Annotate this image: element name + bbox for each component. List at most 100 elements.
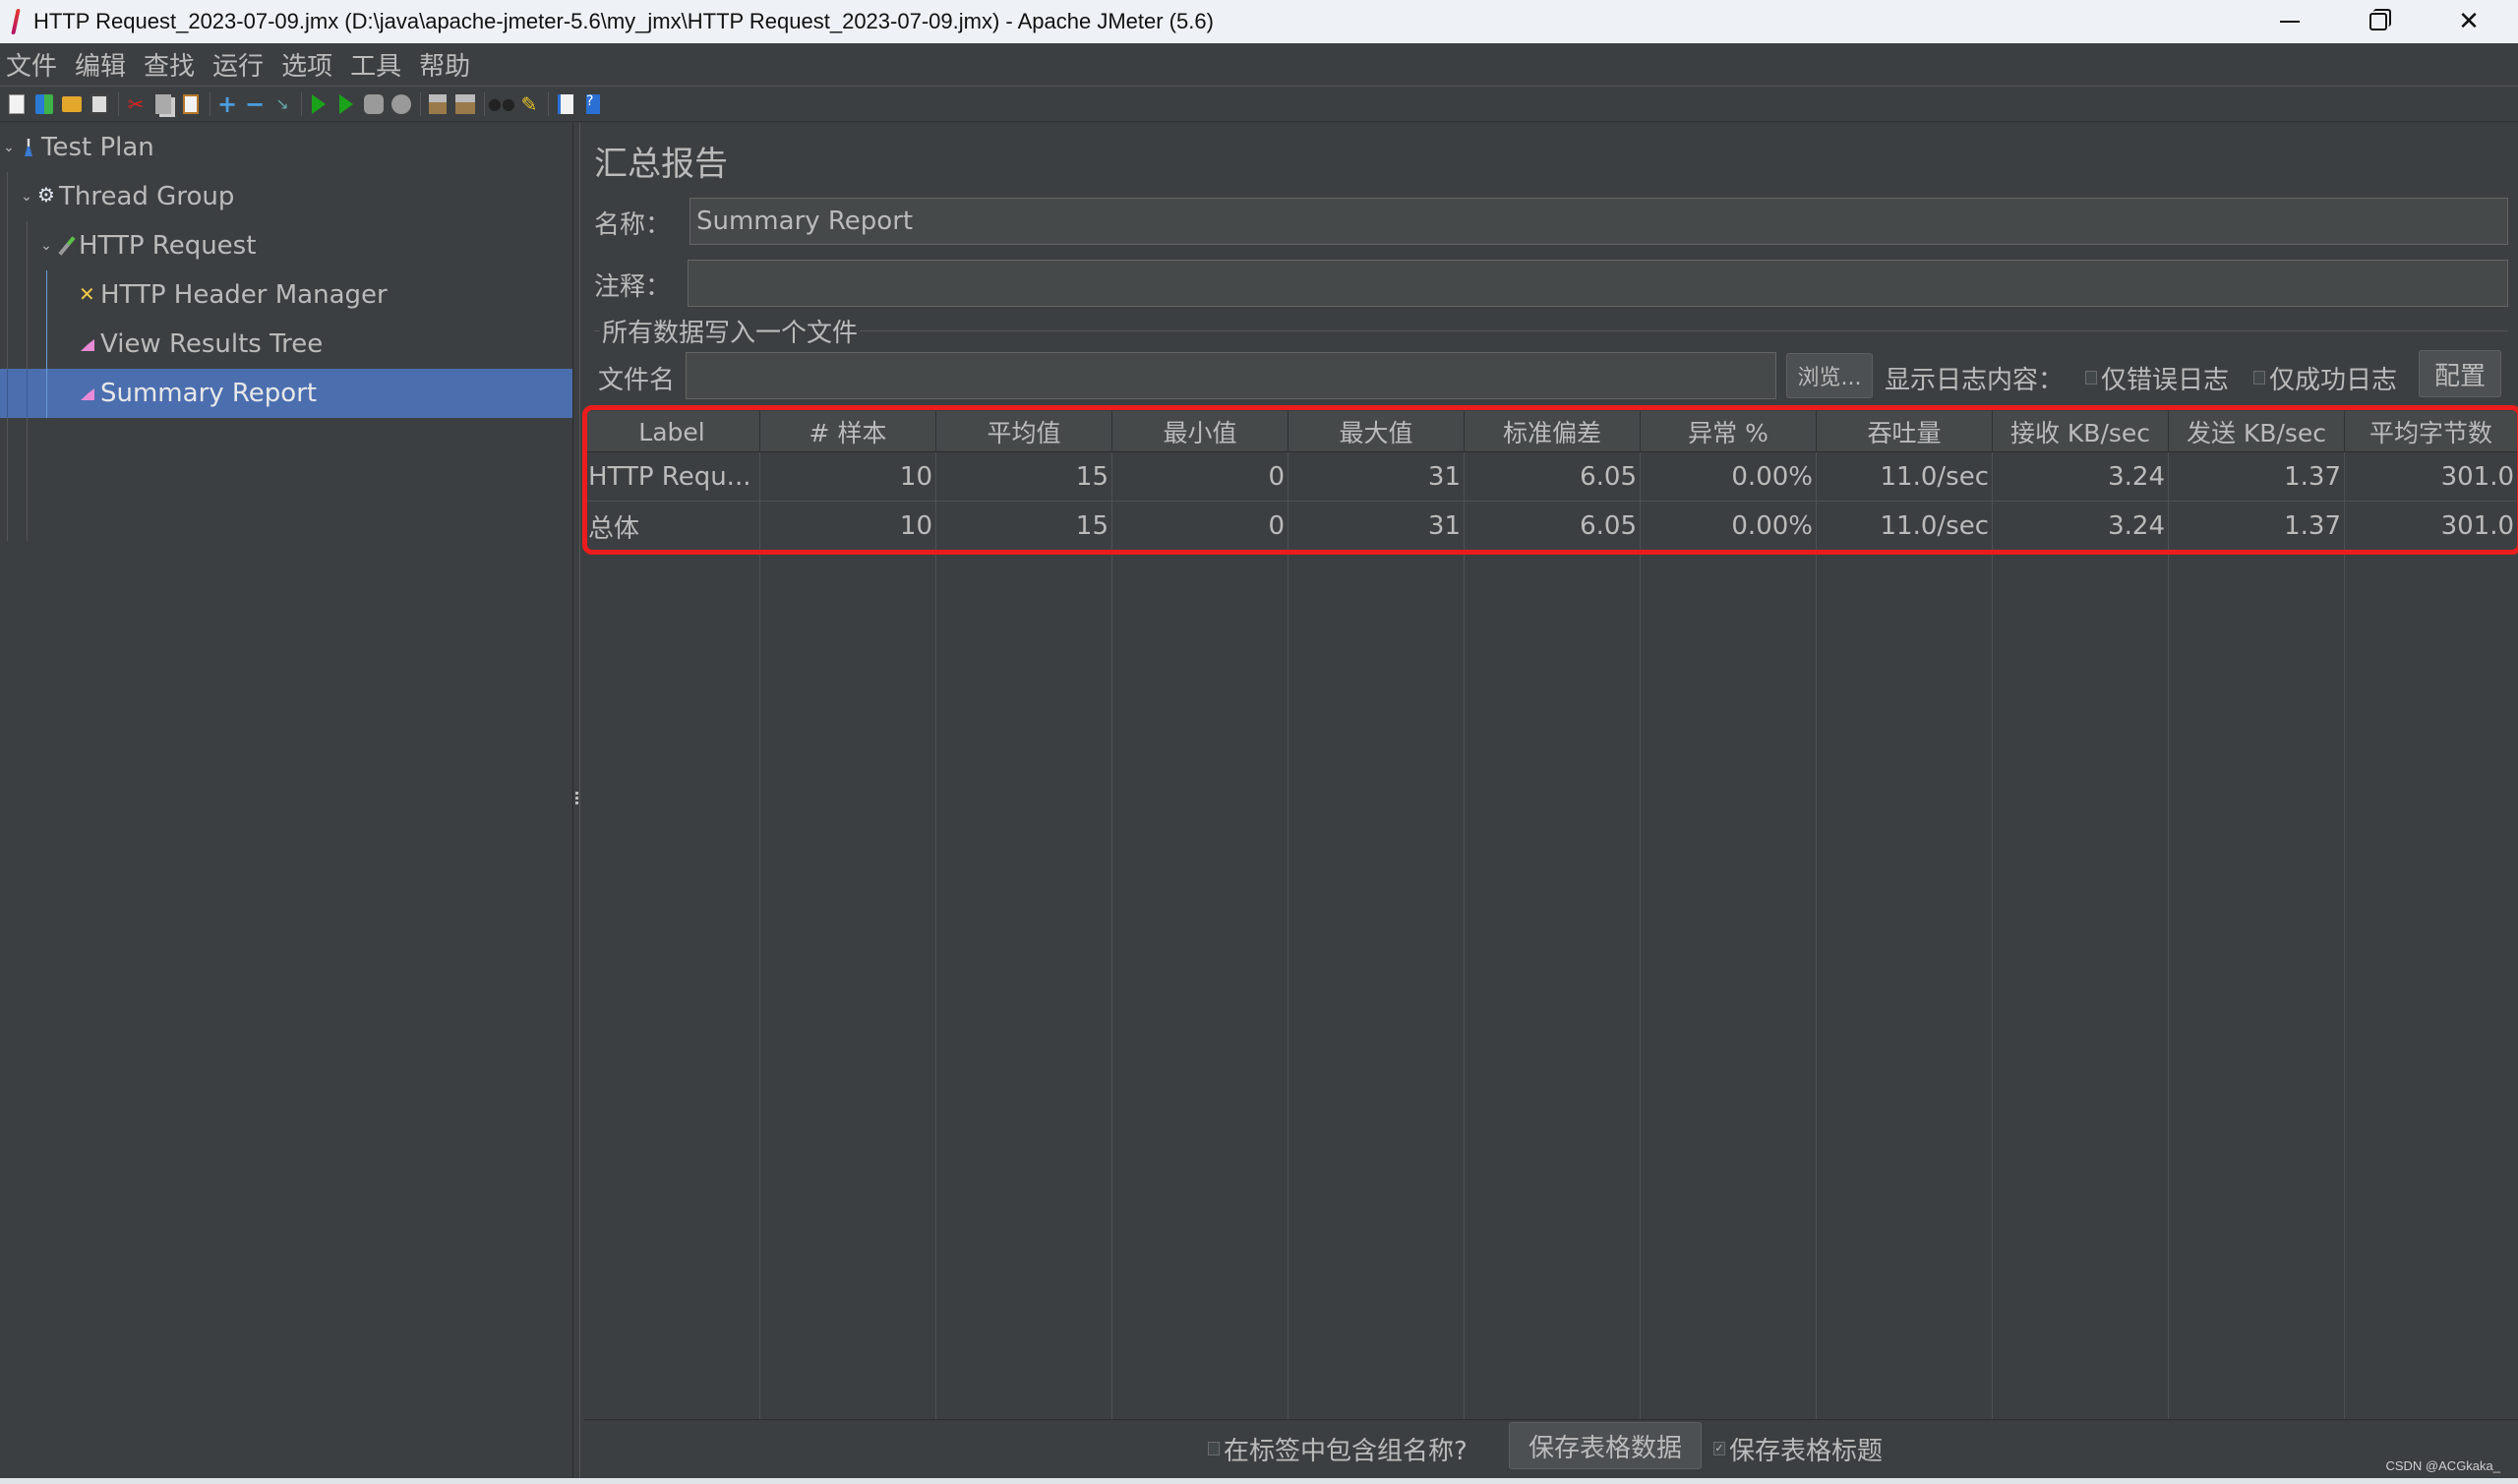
column-divider — [759, 452, 760, 1419]
table-bottom-border — [584, 1419, 2518, 1420]
tree-guide-line — [27, 369, 28, 418]
toggle-icon: ↘ — [275, 93, 289, 113]
toggle-button[interactable]: ↘ — [271, 93, 293, 115]
menu-help[interactable]: 帮助 — [417, 46, 476, 83]
toolbar: ✂ + − ↘ ●● ✎ ? — [0, 87, 2518, 122]
save-table-header-option[interactable]: ✓ 保存表格标题 — [1713, 1431, 1883, 1467]
filename-input[interactable] — [686, 352, 1776, 399]
start-no-pauses-button[interactable] — [335, 93, 357, 115]
menu-file[interactable]: 文件 — [4, 46, 63, 83]
file-group-title: 所有数据写入一个文件 — [600, 313, 861, 349]
filename-label: 文件名 — [598, 366, 676, 395]
table-cell: 11.0/sec — [1880, 462, 1990, 492]
drag-handle-icon[interactable] — [575, 792, 578, 805]
table-cell: 0 — [1268, 511, 1285, 541]
restore-button[interactable] — [2333, 0, 2424, 43]
tree-item-view-results-tree[interactable]: View Results Tree — [0, 320, 572, 369]
column-header[interactable]: 异常 % — [1641, 411, 1817, 452]
include-group-name-checkbox[interactable] — [1208, 1441, 1220, 1455]
browse-button[interactable]: 浏览... — [1786, 353, 1873, 398]
expand-icon: + — [216, 89, 238, 118]
reset-search-button[interactable]: ✎ — [518, 93, 540, 115]
clear-all-icon — [455, 93, 475, 114]
test-plan-tree: ⌄ Test Plan ⌄ Thread Group ⌄ HTTP Reques… — [0, 123, 572, 1478]
column-header[interactable]: 平均值 — [936, 411, 1112, 452]
templates-button[interactable] — [33, 93, 55, 115]
column-header[interactable]: 发送 KB/sec — [2169, 411, 2345, 452]
menu-options[interactable]: 选项 — [279, 46, 338, 83]
column-header[interactable]: 最小值 — [1112, 411, 1289, 452]
expand-button[interactable]: + — [216, 89, 238, 118]
column-header[interactable]: 标准偏差 — [1465, 411, 1641, 452]
errors-only-option[interactable]: 仅错误日志 — [2085, 360, 2229, 396]
close-button[interactable]: ✕ — [2424, 0, 2514, 43]
menu-tools[interactable]: 工具 — [348, 46, 407, 83]
tree-item-summary-report[interactable]: Summary Report — [0, 369, 572, 418]
tree-item-thread-group[interactable]: ⌄ Thread Group — [0, 172, 572, 221]
toolbar-separator — [301, 91, 302, 116]
column-header[interactable]: 平均字节数 — [2345, 411, 2518, 452]
toolbar-separator — [548, 91, 549, 116]
menu-bar: 文件 编辑 查找 运行 选项 工具 帮助 — [0, 43, 2518, 87]
table-cell: 6.05 — [1580, 462, 1637, 492]
help-button[interactable]: ? — [582, 93, 604, 115]
gear-icon — [37, 183, 55, 208]
include-group-name-option[interactable]: 在标签中包含组名称? — [1208, 1431, 1468, 1467]
table-cell: 301.0 — [2440, 511, 2514, 541]
paste-button[interactable] — [180, 93, 202, 115]
row-label-cell: 总体 — [588, 513, 640, 544]
column-header[interactable]: # 样本 — [760, 411, 936, 452]
search-button[interactable]: ●● — [488, 93, 515, 115]
toolbar-separator — [118, 91, 119, 116]
success-only-option[interactable]: 仅成功日志 — [2253, 360, 2397, 396]
collapse-button[interactable]: − — [244, 92, 266, 116]
column-header[interactable]: 吞吐量 — [1817, 411, 1993, 452]
binoculars-icon: ●● — [488, 93, 515, 113]
tree-item-http-request[interactable]: ⌄ HTTP Request — [0, 221, 572, 270]
open-button[interactable] — [61, 93, 83, 115]
copy-button[interactable] — [152, 93, 174, 115]
chevron-down-icon[interactable]: ⌄ — [20, 189, 33, 205]
new-button[interactable] — [6, 93, 28, 115]
function-helper-button[interactable] — [555, 93, 576, 115]
table-header: Label # 样本 平均值 最小值 最大值 标准偏差 异常 % 吞吐量 接收 KB/sec 发送… — [584, 411, 2518, 452]
cut-button[interactable]: ✂ — [125, 93, 147, 115]
split-pane-divider[interactable] — [572, 123, 580, 1478]
table-row[interactable]: 总体 10 15 0 31 6.05 0.00% 11.0/sec 3.24 1.37 301.0 — [584, 502, 2518, 551]
save-button[interactable] — [89, 93, 110, 115]
menu-search[interactable]: 查找 — [142, 46, 201, 83]
minimize-button[interactable] — [2245, 0, 2335, 43]
summary-table: Label # 样本 平均值 最小值 最大值 标准偏差 异常 % 吞吐量 接收 KB/sec 发送… — [582, 405, 2518, 1420]
comment-input[interactable] — [688, 260, 2508, 307]
tree-item-http-header-manager[interactable]: HTTP Header Manager — [0, 270, 572, 320]
table-cell: 15 — [1075, 511, 1109, 541]
stop-button[interactable] — [363, 93, 385, 115]
configure-button[interactable]: 配置 — [2419, 350, 2501, 397]
column-header[interactable]: 最大值 — [1289, 411, 1465, 452]
menu-edit[interactable]: 编辑 — [73, 46, 132, 83]
save-table-header-checkbox[interactable]: ✓ — [1713, 1441, 1725, 1455]
table-cell: 6.05 — [1580, 511, 1637, 541]
clear-button[interactable] — [427, 93, 449, 115]
success-only-checkbox[interactable] — [2253, 370, 2265, 385]
row-label-cell: HTTP Requ... — [588, 462, 751, 492]
chevron-down-icon[interactable]: ⌄ — [2, 140, 16, 155]
shutdown-button[interactable] — [390, 93, 412, 115]
menu-run[interactable]: 运行 — [210, 46, 270, 83]
column-header[interactable]: Label — [584, 411, 760, 452]
tools-icon — [79, 282, 96, 306]
save-table-data-button[interactable]: 保存表格数据 — [1509, 1422, 1702, 1469]
tree-item-test-plan[interactable]: ⌄ Test Plan — [0, 123, 572, 172]
summary-report-panel: 汇总报告 名称： Summary Report 注释： 所有数据写入一个文件 文… — [580, 123, 2518, 1478]
column-header[interactable]: 接收 KB/sec — [1993, 411, 2169, 452]
chevron-down-icon[interactable]: ⌄ — [39, 238, 53, 254]
start-button[interactable] — [308, 93, 330, 115]
errors-only-checkbox[interactable] — [2085, 370, 2097, 385]
clear-all-button[interactable] — [454, 93, 476, 115]
table-cell: 3.24 — [2108, 462, 2165, 492]
table-row[interactable]: HTTP Requ... 10 15 0 31 6.05 0.00% 11.0/sec 3.24… — [584, 452, 2518, 502]
table-cell: 3.24 — [2108, 511, 2165, 541]
close-icon: ✕ — [2458, 7, 2480, 36]
tree-guide-line — [46, 270, 47, 418]
name-input[interactable]: Summary Report — [689, 198, 2508, 245]
